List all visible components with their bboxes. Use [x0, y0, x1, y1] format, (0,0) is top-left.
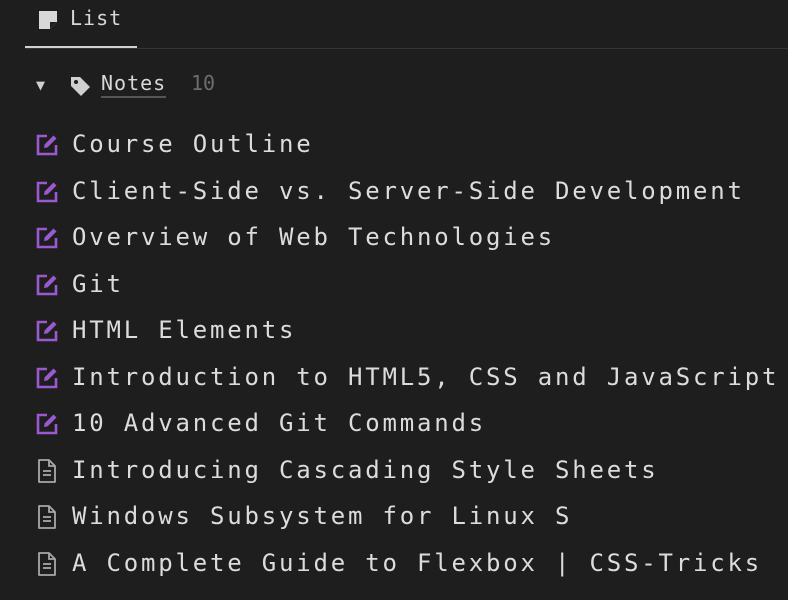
notes-group-header[interactable]: ▼ Notes 10	[0, 64, 788, 106]
list-item-label: A Complete Guide to Flexbox | CSS-Tricks	[72, 548, 762, 577]
list-item-label: Overview of Web Technologies	[72, 223, 555, 251]
list-item[interactable]: Overview of Web Technologies	[0, 215, 788, 262]
edit-note-icon	[34, 225, 60, 251]
list-item[interactable]: Windows Subsystem for Linux S	[0, 494, 788, 541]
caret-down-icon[interactable]: ▼	[36, 76, 45, 94]
note-icon	[39, 11, 57, 29]
tab-bar: List	[25, 0, 788, 49]
list-item-label: Introducing Cascading Style Sheets	[72, 455, 659, 484]
list-item[interactable]: A Complete Guide to Flexbox | CSS-Tricks	[0, 541, 788, 588]
notes-list: Course Outline Client-Side vs. Server-Sid…	[0, 122, 788, 587]
list-item-label: Client-Side vs. Server-Side Development	[72, 176, 745, 205]
edit-note-icon	[34, 179, 60, 205]
tab-label: List	[70, 6, 123, 30]
document-icon	[34, 551, 60, 577]
edit-note-icon	[34, 272, 60, 298]
list-item-label: Git	[72, 269, 124, 298]
list-item[interactable]: Introducing Cascading Style Sheets	[0, 448, 788, 495]
list-item-label: 10 Advanced Git Commands	[72, 409, 486, 437]
list-item[interactable]: 10 Advanced Git Commands	[0, 401, 788, 448]
group-title[interactable]: Notes	[101, 71, 167, 98]
tag-icon	[71, 77, 90, 96]
list-item[interactable]: Client-Side vs. Server-Side Development	[0, 169, 788, 216]
edit-note-icon	[34, 411, 60, 437]
document-icon	[34, 458, 60, 484]
tab-list[interactable]: List	[25, 0, 137, 48]
document-icon	[34, 504, 60, 530]
list-item-label: Introduction to HTML5, CSS and JavaScrip…	[72, 362, 780, 391]
list-item-label: Windows Subsystem for Linux S	[72, 502, 573, 530]
list-item[interactable]: Git	[0, 262, 788, 309]
list-item-label: HTML Elements	[72, 316, 297, 344]
list-item-label: Course Outline	[72, 130, 314, 158]
edit-note-icon	[34, 132, 60, 158]
list-item[interactable]: Course Outline	[0, 122, 788, 169]
group-count: 10	[191, 71, 216, 95]
list-item[interactable]: Introduction to HTML5, CSS and JavaScrip…	[0, 355, 788, 402]
edit-note-icon	[34, 365, 60, 391]
edit-note-icon	[34, 318, 60, 344]
list-item[interactable]: HTML Elements	[0, 308, 788, 355]
